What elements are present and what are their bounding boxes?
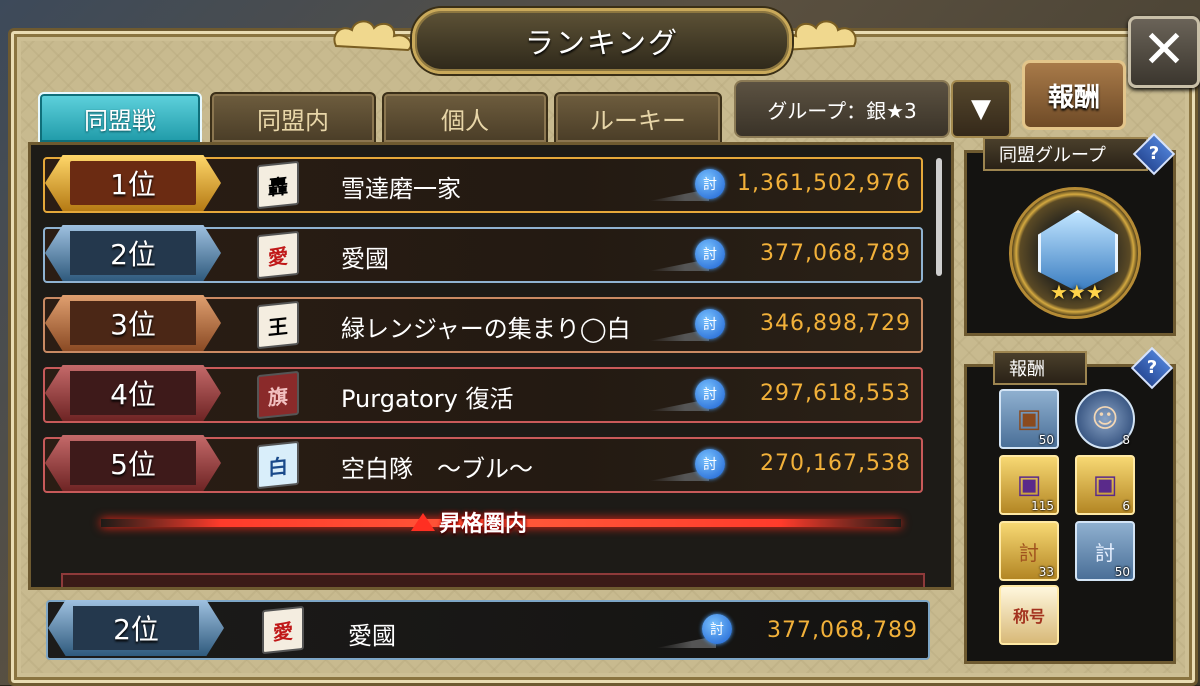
reward-chest[interactable]: ▣ 50 [999,389,1059,449]
rewards-panel: 報酬 ? ▣ 50 ☺ 8 ▣ 115 ▣ 6 討 33 討 50 称号 [964,346,1176,664]
alliance-name: Purgatory 復活 [341,385,514,413]
score-icon: 討 [702,614,732,644]
reward-character[interactable]: ☺ 8 [1075,389,1135,449]
alliance-group-panel: 同盟グループ ? ★★★ [964,132,1176,336]
alliance-name: 愛國 [348,622,396,650]
group-emblem-icon: ★★★ [1009,187,1141,319]
own-alliance-row[interactable]: 2位 愛 愛國 討 377,068,789 [46,600,930,660]
help-glyph: ? [1148,143,1160,164]
alliance-score: 377,068,789 [760,241,911,266]
rank-badge: 1位 [45,155,221,211]
reward-purple-chest[interactable]: ▣ 115 [999,455,1059,515]
alliance-flag-icon: 愛 [257,230,299,280]
up-arrow-icon [411,513,435,531]
rank-label: 5位 [70,441,196,485]
score-icon: 討 [695,169,725,199]
panel-title: 同盟グループ [983,137,1148,171]
promotion-text: 昇格圏内 [439,512,528,537]
rank-label: 2位 [70,231,196,275]
alliance-score: 346,898,729 [760,311,911,336]
panel-title-text: 報酬 [1009,359,1045,380]
rank-badge: 5位 [45,435,221,491]
group-selector[interactable]: グループ：銀★3 [734,80,950,138]
rank-label: 2位 [73,606,199,650]
alliance-score: 1,361,502,976 [737,171,911,196]
ranking-list[interactable]: 1位 轟 雪達磨一家 討 1,361,502,976 2位 愛 愛國 討 377… [28,142,954,590]
rank-badge: 2位 [48,600,224,656]
ranking-row[interactable]: 4位 旗 Purgatory 復活 討 297,618,553 [43,365,923,423]
alliance-name: 空白隊 〜ブル〜 [341,455,533,483]
alliance-flag-icon: 旗 [257,370,299,420]
alliance-flag-icon: 王 [257,300,299,350]
alliance-name: 雪達磨一家 [341,175,461,203]
alliance-name: 愛國 [341,245,389,273]
promotion-zone-label: 昇格圏内 [401,505,537,539]
ranking-row[interactable]: 1位 轟 雪達磨一家 討 1,361,502,976 [43,155,923,213]
rank-label: 4位 [70,371,196,415]
score-icon: 討 [695,309,725,339]
ranking-row[interactable]: 2位 愛 愛國 討 377,068,789 [43,225,923,283]
mystery-chest-icon: ▣ [1092,470,1118,500]
alliance-flag-icon: 白 [257,440,299,490]
tab-individual[interactable]: 個人 [382,92,548,144]
gold-ticket-icon: 討 [1019,540,1039,565]
reward-quantity: 8 [1122,433,1130,447]
reward-quantity: 33 [1038,565,1054,579]
alliance-flag-icon: 轟 [257,160,299,210]
close-button[interactable]: ✕ [1128,16,1200,88]
score-icon: 討 [695,379,725,409]
star-rating: ★★★ [1050,280,1104,304]
alliance-score: 297,618,553 [760,381,911,406]
window-title: ランキング [412,8,792,74]
rank-badge: 2位 [45,225,221,281]
panel-title: 報酬 [993,351,1087,385]
chest-icon: ▣ [1016,404,1042,434]
character-portrait-icon: ☺ [1091,404,1119,434]
tab-alliance-battle[interactable]: 同盟戦 [38,92,202,144]
reward-mystery-chest[interactable]: ▣ 6 [1075,455,1135,515]
rank-badge: 3位 [45,295,221,351]
rank-label: 3位 [70,301,196,345]
alliance-score: 270,167,538 [760,451,911,476]
purple-chest-icon: ▣ [1016,470,1042,500]
rank-label: 1位 [70,161,196,205]
list-scrollbar[interactable] [936,158,942,276]
title-badge-icon: 称号 [1012,607,1045,626]
help-glyph: ? [1146,357,1158,378]
alliance-flag-icon: 愛 [262,605,304,655]
reward-quantity: 50 [1038,433,1054,447]
panel-title-text: 同盟グループ [999,145,1106,166]
reward-title-badge[interactable]: 称号 [999,585,1059,645]
tab-within-alliance[interactable]: 同盟内 [210,92,376,144]
score-icon: 討 [695,449,725,479]
reward-quantity: 50 [1114,565,1130,579]
group-dropdown-button[interactable]: ▼ [951,80,1011,138]
alliance-name: 緑レンジャーの集まり◯白 [341,315,631,343]
alliance-score: 377,068,789 [767,618,918,643]
silver-ticket-icon: 討 [1095,540,1115,565]
ranking-row[interactable]: 5位 白 空白隊 〜ブル〜 討 270,167,538 [43,435,923,493]
score-icon: 討 [695,239,725,269]
cloud-ornament-left [333,20,412,52]
reward-silver-ticket[interactable]: 討 50 [1075,521,1135,581]
tab-rookie[interactable]: ルーキー [554,92,722,144]
ranking-row-partial [61,573,925,587]
reward-button[interactable]: 報酬 [1022,60,1126,130]
reward-quantity: 6 [1122,499,1130,513]
ranking-row[interactable]: 3位 王 緑レンジャーの集まり◯白 討 346,898,729 [43,295,923,353]
reward-gold-ticket[interactable]: 討 33 [999,521,1059,581]
rank-badge: 4位 [45,365,221,421]
reward-quantity: 115 [1031,499,1054,513]
